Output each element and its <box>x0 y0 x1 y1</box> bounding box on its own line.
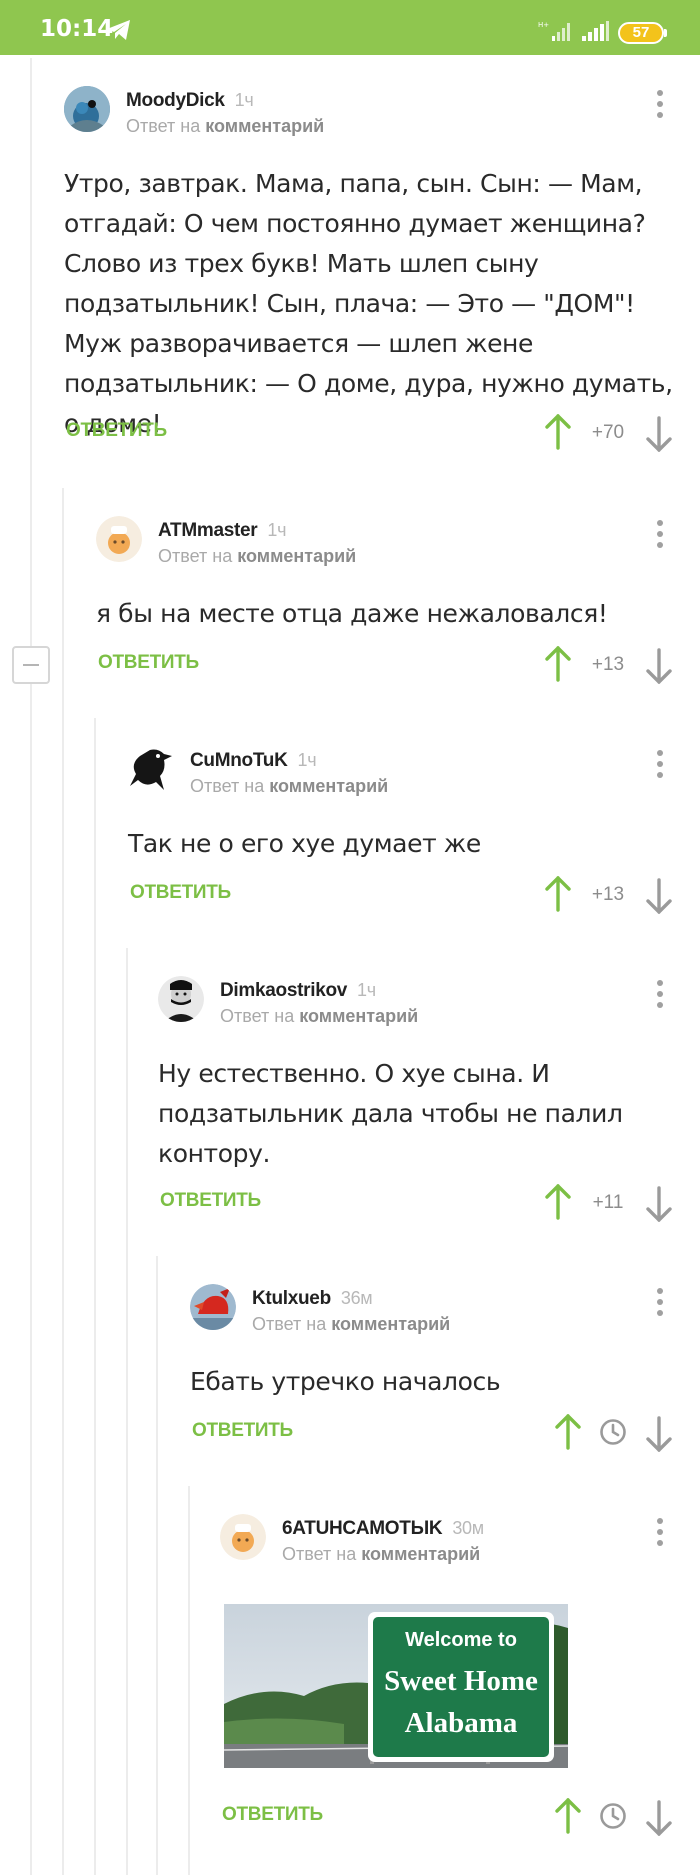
comment-text: Ну естественно. О хуе сына. И подзатыльн… <box>158 1059 623 1168</box>
reply-target-link[interactable]: комментарий <box>205 116 324 136</box>
downvote-icon[interactable] <box>646 878 672 914</box>
telegram-icon <box>107 20 130 40</box>
battery-indicator: 57 <box>618 22 664 44</box>
avatar[interactable] <box>128 746 174 792</box>
sign-line-3: Alabama <box>405 1707 518 1739</box>
more-options-icon[interactable] <box>650 1518 670 1552</box>
author-name[interactable]: 6ATUHCAMOTЫK <box>282 1518 443 1539</box>
reply-to: Ответ на комментарий <box>282 1544 480 1565</box>
author-name[interactable]: Ktulxueb <box>252 1288 331 1309</box>
comment: ATMmaster 1ч Ответ на комментарий я бы на… <box>0 516 700 706</box>
reply-button[interactable]: ОТВЕТИТЬ <box>160 1190 261 1212</box>
more-options-icon[interactable] <box>650 1288 670 1322</box>
comment-author[interactable]: Dimkaostrikov 1ч <box>220 980 376 1002</box>
comment-author[interactable]: ATMmaster 1ч <box>158 520 286 542</box>
reply-prefix: Ответ на <box>252 1314 327 1334</box>
comment-time: 1ч <box>267 520 287 540</box>
downvote-icon[interactable] <box>646 1186 672 1222</box>
reply-target-link[interactable]: комментарий <box>237 546 356 566</box>
rating-score: +11 <box>592 1192 624 1213</box>
more-options-icon[interactable] <box>650 90 670 124</box>
comment-text: я бы на месте отца даже нежаловался! <box>96 599 608 628</box>
reply-target-link[interactable]: комментарий <box>269 776 388 796</box>
reply-to: Ответ на комментарий <box>220 1006 418 1027</box>
upvote-icon[interactable] <box>545 414 571 450</box>
downvote-icon[interactable] <box>646 1800 672 1836</box>
upvote-icon[interactable] <box>545 876 571 912</box>
comment-time: 36м <box>340 1288 373 1308</box>
comment: Ktulxueb 36м Ответ на комментарий Ебать у… <box>0 1284 700 1474</box>
clock-time: 10:14 <box>40 16 114 42</box>
author-name[interactable]: Dimkaostrikov <box>220 980 347 1001</box>
comment-author[interactable]: MoodyDick 1ч <box>126 90 254 112</box>
more-options-icon[interactable] <box>650 520 670 554</box>
reply-button[interactable]: ОТВЕТИТЬ <box>192 1420 293 1442</box>
reply-target-link[interactable]: комментарий <box>299 1006 418 1026</box>
avatar[interactable] <box>96 516 142 562</box>
downvote-icon[interactable] <box>646 1416 672 1452</box>
signal-icon: H+ <box>538 21 570 41</box>
comment-image[interactable]: Welcome to Sweet Home Alabama <box>224 1604 568 1768</box>
comment-time: 1ч <box>297 750 317 770</box>
upvote-icon[interactable] <box>545 646 571 682</box>
signal-icon-2 <box>582 21 609 41</box>
sign-line-1: Welcome to <box>405 1629 517 1651</box>
reply-to: Ответ на комментарий <box>158 546 356 567</box>
status-bar: 10:14 H+ 57 <box>0 0 700 55</box>
rating-score: +70 <box>591 422 625 443</box>
comment-text: Так не о его хуе думает же <box>128 829 481 858</box>
comment-text: Ебать утречко началось <box>190 1367 501 1396</box>
comment-text: Утро, завтрак. Мама, папа, сын. Сын: — М… <box>64 169 673 438</box>
reply-button[interactable]: ОТВЕТИТЬ <box>66 420 167 442</box>
avatar[interactable] <box>190 1284 236 1330</box>
reply-to: Ответ на комментарий <box>190 776 388 797</box>
downvote-icon[interactable] <box>646 648 672 684</box>
author-name[interactable]: CuMnoTuK <box>190 750 288 771</box>
comment: Dimkaostrikov 1ч Ответ на комментарий Ну … <box>0 976 700 1236</box>
upvote-icon[interactable] <box>555 1798 581 1834</box>
author-name[interactable]: ATMmaster <box>158 520 258 541</box>
pending-rating-clock-icon <box>600 1803 626 1829</box>
author-name[interactable]: MoodyDick <box>126 90 225 111</box>
comment: MoodyDick 1ч Ответ на комментарий Утро, з… <box>0 86 700 466</box>
comment-author[interactable]: 6ATUHCAMOTЫK 30м <box>282 1518 484 1540</box>
comment-author[interactable]: Ktulxueb 36м <box>252 1288 373 1310</box>
upvote-icon[interactable] <box>555 1414 581 1450</box>
reply-prefix: Ответ на <box>126 116 201 136</box>
rating-score: +13 <box>591 654 625 675</box>
reply-prefix: Ответ на <box>282 1544 357 1564</box>
reply-target-link[interactable]: комментарий <box>331 1314 450 1334</box>
svg-text:H+: H+ <box>538 21 549 29</box>
reply-button[interactable]: ОТВЕТИТЬ <box>130 882 231 904</box>
sign-line-2: Sweet Home <box>384 1665 538 1697</box>
comment: CuMnoTuK 1ч Ответ на комментарий Так не о… <box>0 746 700 936</box>
comment-time: 30м <box>452 1518 484 1538</box>
avatar[interactable] <box>64 86 110 132</box>
reply-prefix: Ответ на <box>158 546 233 566</box>
more-options-icon[interactable] <box>650 750 670 784</box>
upvote-icon[interactable] <box>545 1184 571 1220</box>
comment-author[interactable]: CuMnoTuK 1ч <box>190 750 317 772</box>
comment-time: 1ч <box>234 90 254 110</box>
reply-target-link[interactable]: комментарий <box>361 1544 480 1564</box>
reply-button[interactable]: ОТВЕТИТЬ <box>98 652 199 674</box>
reply-prefix: Ответ на <box>220 1006 295 1026</box>
pending-rating-clock-icon <box>600 1419 626 1445</box>
rating-score: +13 <box>591 884 625 905</box>
reply-prefix: Ответ на <box>190 776 265 796</box>
battery-tip <box>664 29 667 37</box>
avatar[interactable] <box>158 976 204 1022</box>
reply-button[interactable]: ОТВЕТИТЬ <box>222 1804 323 1826</box>
reply-to: Ответ на комментарий <box>126 116 324 137</box>
comment-time: 1ч <box>357 980 376 1000</box>
reply-to: Ответ на комментарий <box>252 1314 450 1335</box>
downvote-icon[interactable] <box>646 416 672 452</box>
more-options-icon[interactable] <box>650 980 670 1014</box>
avatar[interactable] <box>220 1514 266 1560</box>
